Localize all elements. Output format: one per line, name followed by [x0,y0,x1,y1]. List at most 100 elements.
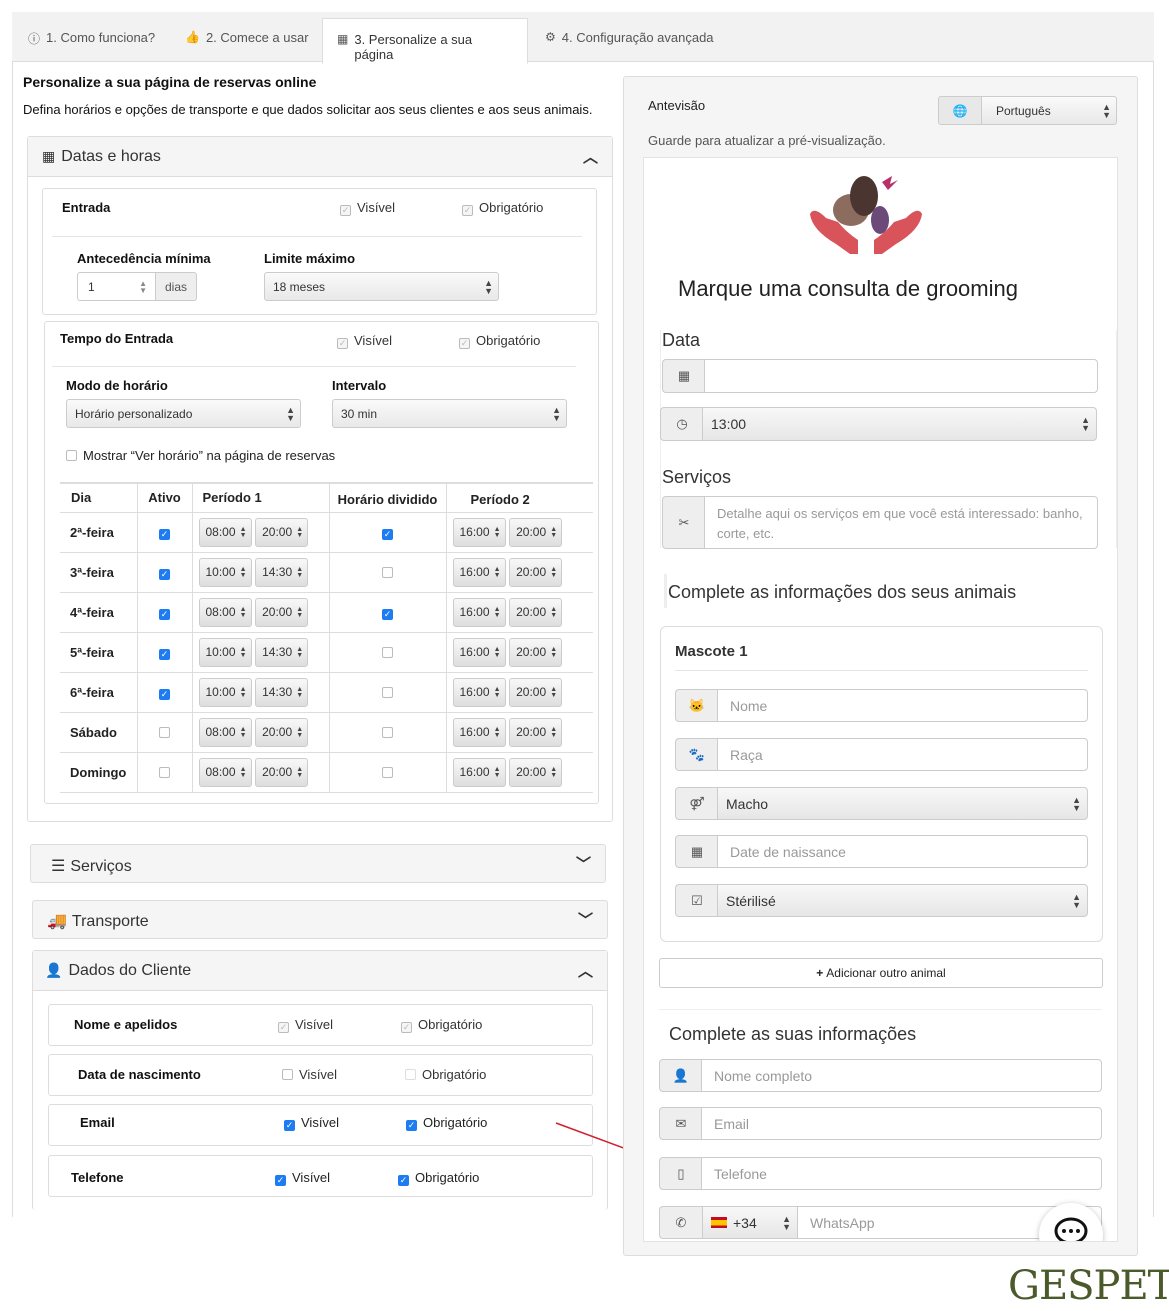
servicos-panel[interactable]: ☰ Serviços ﹀ [30,844,606,883]
page-title: Personalize a sua página de reservas onl… [23,74,317,90]
full-name-input[interactable]: Nome completo [701,1059,1102,1092]
user-icon: 👤 [45,962,63,978]
modo-select[interactable]: Horário personalizado ▲ ▼ [66,399,301,428]
p2-start-select[interactable]: 16:00 ▲ ▼ [452,717,506,747]
chat-bubble-icon [1054,1217,1088,1241]
pet-birthdate-input[interactable]: Date de naissance [717,835,1088,868]
add-animal-button[interactable]: + Adicionar outro animal [659,958,1103,988]
p2-end-select[interactable]: 20:00 ▲ ▼ [509,637,563,667]
pet-sex-select[interactable]: Macho ▲ ▼ [717,787,1088,820]
email-input[interactable]: Email [701,1107,1102,1140]
entrada-required[interactable]: ✓ Obrigatório [462,200,543,216]
entrada-visible[interactable]: ✓ Visível [340,200,395,216]
p2-start-select[interactable]: 16:00 ▲ ▼ [452,637,506,667]
phone-input[interactable]: Telefone [701,1157,1102,1190]
dividido-checkbox[interactable] [382,646,393,658]
spain-flag-icon [711,1217,727,1228]
chevron-up-icon[interactable]: ︿ [583,146,598,167]
ativo-checkbox[interactable]: ✓ [159,689,170,700]
day-cell: Domingo [60,751,138,793]
time-select[interactable]: 13:00 ▲ ▼ [702,407,1097,441]
pet-name-input[interactable]: Nome [717,689,1088,722]
ativo-checkbox[interactable] [159,726,170,738]
tab-customize[interactable]: ▦ 3. Personalize a sua página [322,18,528,64]
dividido-checkbox[interactable]: ✓ [382,609,393,620]
dividido-cell [328,711,447,753]
nascimento-required[interactable]: Obrigatório [405,1067,486,1082]
chevron-down-icon[interactable]: ﹀ [576,853,591,874]
p2-end-select[interactable]: 20:00 ▲ ▼ [509,677,563,707]
pet-sterilized-select[interactable]: Stérilisé ▲ ▼ [717,884,1088,917]
p1-start-select[interactable]: 08:00 ▲ ▼ [198,517,252,547]
p1-end-select[interactable]: 14:30 ▲ ▼ [255,637,309,667]
intervalo-select[interactable]: 30 min ▲ ▼ [332,399,567,428]
p2-start-select[interactable]: 16:00 ▲ ▼ [452,677,506,707]
tempo-required[interactable]: ✓ Obrigatório [459,333,540,349]
field-label-nascimento: Data de nascimento [78,1067,201,1082]
dividido-checkbox[interactable] [382,726,393,738]
dividido-checkbox[interactable] [382,566,393,578]
user-icon: 👤 [659,1059,702,1092]
cliente-panel-header[interactable]: 👤 Dados do Cliente ︿ [33,951,607,991]
ativo-checkbox[interactable]: ✓ [159,569,170,580]
p2-end-select[interactable]: 20:00 ▲ ▼ [509,517,563,547]
p1-start-select[interactable]: 08:00 ▲ ▼ [198,757,252,787]
pet-breed-input[interactable]: Raça [717,738,1088,771]
ativo-checkbox[interactable]: ✓ [159,529,170,540]
p2-start-select[interactable]: 16:00 ▲ ▼ [452,597,506,627]
p1-end-select[interactable]: 20:00 ▲ ▼ [255,597,309,627]
modo-label: Modo de horário [66,378,168,393]
p1-start-select[interactable]: 10:00 ▲ ▼ [198,637,252,667]
dates-panel-header[interactable]: ▦ Datas e horas ︿ [28,137,612,177]
p1-start-select[interactable]: 08:00 ▲ ▼ [198,717,252,747]
p1-end-select[interactable]: 20:00 ▲ ▼ [255,517,309,547]
ativo-checkbox[interactable] [159,766,170,778]
nome-required[interactable]: ✓ Obrigatório [401,1017,482,1033]
p1-end-select[interactable]: 20:00 ▲ ▼ [255,717,309,747]
nome-visible[interactable]: ✓ Visível [278,1017,333,1033]
p2-end-select[interactable]: 20:00 ▲ ▼ [509,597,563,627]
p2-start-select[interactable]: 16:00 ▲ ▼ [452,517,506,547]
tab-how-it-works[interactable]: ⓘ 1. Como funciona? [28,25,155,75]
servicos-textarea[interactable]: Detalhe aqui os serviços em que você est… [704,496,1098,549]
schedule-row: 2ª-feira ✓ 08:00 ▲ ▼ 20:00 ▲ ▼ ✓ 16:00 ▲ ▼ 20:00 ▲ ▼ [60,511,593,553]
antecedencia-input[interactable]: 1 ▲ ▼ [77,272,156,301]
p2-start-select[interactable]: 16:00 ▲ ▼ [452,557,506,587]
email-required[interactable]: ✓ Obrigatório [406,1115,487,1131]
limite-select[interactable]: 18 meses ▲ ▼ [264,272,499,301]
dividido-checkbox[interactable] [382,766,393,778]
tab-start-using[interactable]: 👍 2. Comece a usar [185,25,309,75]
language-select[interactable]: Português ▲ ▼ [981,96,1117,125]
p2-end-select[interactable]: 20:00 ▲ ▼ [509,757,563,787]
tab-advanced[interactable]: ⚙ 4. Configuração avançada [545,25,714,75]
telefone-visible[interactable]: ✓ Visível [275,1170,330,1186]
ativo-cell [136,711,193,753]
p1-start-select[interactable]: 08:00 ▲ ▼ [198,597,252,627]
date-input[interactable] [704,359,1098,393]
email-visible[interactable]: ✓ Visível [284,1115,339,1131]
nascimento-visible[interactable]: Visível [282,1067,337,1082]
p1-start-select[interactable]: 10:00 ▲ ▼ [198,677,252,707]
p1-end-select[interactable]: 14:30 ▲ ▼ [255,557,309,587]
calendar-icon: ▦ [42,148,56,164]
p1-end-select[interactable]: 20:00 ▲ ▼ [255,757,309,787]
day-cell: Sábado [60,711,138,753]
mostrar-horario-checkbox[interactable]: Mostrar “Ver horário” na página de reser… [66,448,335,463]
telefone-required[interactable]: ✓ Obrigatório [398,1170,479,1186]
p1-end-select[interactable]: 14:30 ▲ ▼ [255,677,309,707]
tempo-visible[interactable]: ✓ Visível [337,333,392,349]
ativo-checkbox[interactable]: ✓ [159,609,170,620]
divider [664,574,667,608]
dividido-checkbox[interactable] [382,686,393,698]
p2-end-select[interactable]: 20:00 ▲ ▼ [509,717,563,747]
country-code-select[interactable]: +34 ▲ ▼ [702,1206,798,1239]
dividido-checkbox[interactable]: ✓ [382,529,393,540]
transporte-panel[interactable]: 🚚 Transporte ﹀ [32,900,608,939]
p2-start-select[interactable]: 16:00 ▲ ▼ [452,757,506,787]
p1-start-select[interactable]: 10:00 ▲ ▼ [198,557,252,587]
p2-end-select[interactable]: 20:00 ▲ ▼ [509,557,563,587]
chevron-down-icon[interactable]: ﹀ [578,909,593,930]
chevron-up-icon[interactable]: ︿ [578,960,593,981]
ativo-checkbox[interactable]: ✓ [159,649,170,660]
gears-icon: ⚙ [545,30,556,44]
